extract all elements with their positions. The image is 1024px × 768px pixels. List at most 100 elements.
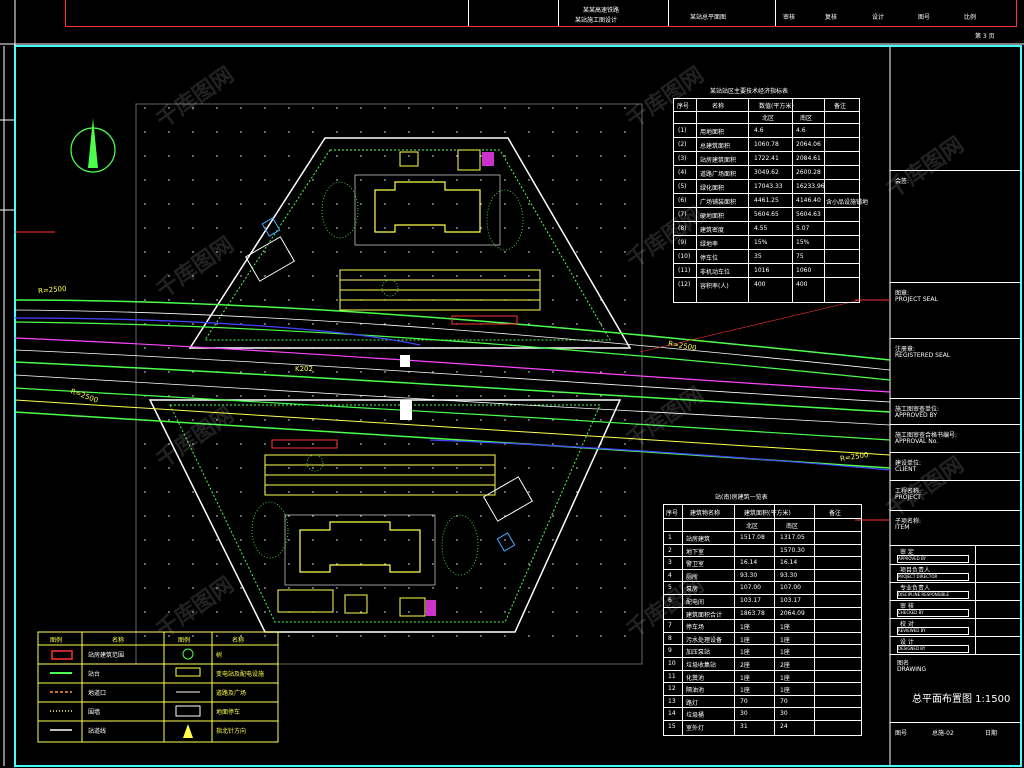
grid-dot bbox=[288, 275, 290, 277]
grid-dot bbox=[480, 395, 482, 397]
grid-dot bbox=[600, 563, 602, 565]
stats-header-note: 备注 bbox=[834, 103, 847, 110]
grid-dot bbox=[360, 539, 362, 541]
grid-dot bbox=[168, 539, 170, 541]
grid-dot bbox=[216, 611, 218, 613]
grid-dot bbox=[528, 131, 530, 133]
grid-dot bbox=[288, 419, 290, 421]
table-rule bbox=[674, 165, 859, 166]
bld-row-name: 垃圾桶 bbox=[686, 712, 705, 720]
grid-dot bbox=[600, 491, 602, 493]
grid-dot bbox=[456, 107, 458, 109]
grid-dot bbox=[312, 251, 314, 253]
grid-dot bbox=[264, 299, 266, 301]
grid-dot bbox=[456, 539, 458, 541]
grid-dot bbox=[576, 587, 578, 589]
grid-dot bbox=[552, 107, 554, 109]
panel-section-sublabel: APPROVED BY bbox=[895, 412, 938, 419]
grid-dot bbox=[408, 587, 410, 589]
grid-dot bbox=[480, 131, 482, 133]
grid-dot bbox=[504, 491, 506, 493]
grid-dot bbox=[192, 299, 194, 301]
drawing-name-header: 某站总平面图 bbox=[690, 14, 727, 21]
grid-dot bbox=[456, 587, 458, 589]
table-rule bbox=[674, 193, 859, 194]
grid-dot bbox=[480, 179, 482, 181]
railway-tracks bbox=[14, 299, 891, 471]
stats-row-north: 35 bbox=[754, 253, 762, 260]
stats-row-no: (12) bbox=[678, 281, 691, 288]
grid-dot bbox=[168, 419, 170, 421]
grid-dot bbox=[528, 539, 530, 541]
bld-row-name: 地下室 bbox=[686, 548, 705, 556]
grid-dot bbox=[216, 515, 218, 517]
table-rule bbox=[674, 151, 859, 152]
grid-dot bbox=[480, 491, 482, 493]
grid-dot bbox=[336, 515, 338, 517]
grid-dot bbox=[144, 347, 146, 349]
bld-row-north: 103.17 bbox=[740, 597, 761, 604]
grid-dot bbox=[504, 107, 506, 109]
bld-row-south: 1570.30 bbox=[780, 546, 805, 554]
grid-dot bbox=[432, 131, 434, 133]
table-rule bbox=[674, 179, 859, 180]
bld-row-north: 31 bbox=[740, 723, 748, 730]
stats-header-value: 数值(平方米) bbox=[759, 103, 794, 110]
grid-dot bbox=[384, 251, 386, 253]
grid-dot bbox=[360, 611, 362, 613]
legend-swatch-north bbox=[183, 724, 193, 738]
panel-section-sublabel: CLIENT bbox=[895, 466, 917, 473]
grid-dot bbox=[408, 611, 410, 613]
grid-dot bbox=[552, 587, 554, 589]
grid-dot bbox=[312, 179, 314, 181]
grid-dot bbox=[144, 635, 146, 637]
project-line-2: 某站施工图设计 bbox=[575, 17, 618, 24]
legend-item-label: 指北针方向 bbox=[216, 728, 247, 735]
grid-dot bbox=[504, 539, 506, 541]
panel-section-sublabel: PROJECT SEAL bbox=[895, 296, 938, 303]
stats-row-name: 绿地率 bbox=[700, 241, 719, 248]
bld-row-south: 24 bbox=[780, 723, 788, 730]
grid-dot bbox=[552, 443, 554, 445]
signature-role-en: CHECKED BY bbox=[897, 609, 969, 617]
grid-dot bbox=[456, 563, 458, 565]
bld-row-name: 室外灯 bbox=[686, 725, 705, 732]
platform-south bbox=[264, 454, 496, 496]
grid-dot bbox=[336, 203, 338, 205]
grid-dot bbox=[216, 563, 218, 565]
grid-dot bbox=[480, 275, 482, 277]
grid-dot bbox=[432, 515, 434, 517]
signature-role-en: REVIEWED BY bbox=[897, 627, 969, 635]
grid-dot bbox=[264, 323, 266, 325]
grid-dot bbox=[384, 635, 386, 637]
grid-dot bbox=[456, 419, 458, 421]
bld-row-north: 1座 bbox=[740, 687, 750, 695]
grid-dot bbox=[432, 443, 434, 445]
grid-dot bbox=[216, 275, 218, 277]
legend-swatch-building bbox=[51, 650, 73, 660]
grid-dot bbox=[624, 131, 626, 133]
bld-row-south: 30 bbox=[780, 710, 788, 718]
legend-swatch-substation bbox=[175, 667, 201, 677]
project-line-1: 某某高速铁路 bbox=[583, 7, 620, 14]
grid-dot bbox=[264, 515, 266, 517]
grid-dot bbox=[624, 419, 626, 421]
grid-dot bbox=[144, 611, 146, 613]
grid-dot bbox=[432, 395, 434, 397]
grid-dot bbox=[144, 491, 146, 493]
platform-north bbox=[339, 269, 541, 311]
panel-rule bbox=[890, 424, 1021, 425]
grid-dot bbox=[144, 107, 146, 109]
grid-dot bbox=[480, 611, 482, 613]
grid-dot bbox=[384, 107, 386, 109]
grid-dot bbox=[312, 635, 314, 637]
bld-header-no: 序号 bbox=[666, 510, 679, 517]
grid-dot bbox=[600, 203, 602, 205]
grid-dot bbox=[528, 251, 530, 253]
grid-dot bbox=[552, 515, 554, 517]
grid-dot bbox=[360, 515, 362, 517]
grid-dot bbox=[480, 251, 482, 253]
grid-dot bbox=[264, 635, 266, 637]
bld-row-no: 4 bbox=[668, 571, 672, 579]
grid-dot bbox=[552, 323, 554, 325]
